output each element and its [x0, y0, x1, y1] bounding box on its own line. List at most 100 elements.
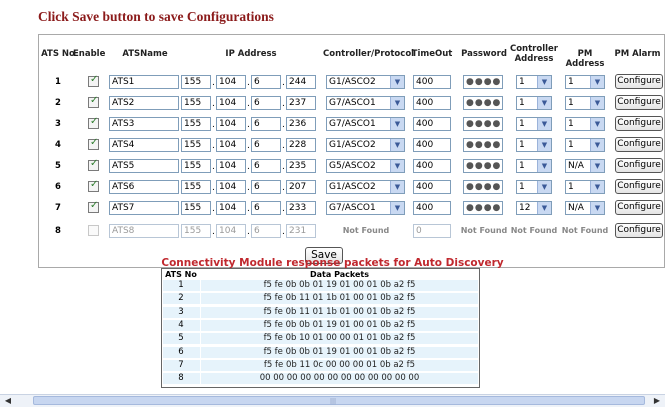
ip-octet-1-input[interactable]: 155	[181, 75, 211, 89]
ip-octet-2-input[interactable]: 104	[216, 201, 246, 215]
ip-octet-2-input[interactable]: 104	[216, 138, 246, 152]
atsname-input[interactable]: ATS2	[109, 96, 179, 110]
pm-address-select[interactable]: 1 ▼	[565, 96, 605, 110]
configure-button[interactable]: Configure	[615, 200, 663, 215]
atsname-input[interactable]: ATS4	[109, 138, 179, 152]
ip-octet-4-input[interactable]: 207	[286, 180, 316, 194]
password-input[interactable]: ●●●●	[463, 138, 503, 152]
horizontal-scrollbar[interactable]: ◀ ||| ▶	[0, 394, 665, 407]
enable-checkbox[interactable]	[88, 95, 99, 108]
ip-octet-2-input[interactable]: 104	[216, 180, 246, 194]
password-input[interactable]: ●●●●	[463, 180, 503, 194]
password-input[interactable]: ●●●●	[463, 96, 503, 110]
ip-octet-4-input[interactable]: 244	[286, 75, 316, 89]
atsname-input[interactable]: ATS1	[109, 75, 179, 89]
controller-address-select[interactable]: 1 ▼	[516, 138, 552, 152]
protocol-select[interactable]: G7/ASCO1 ▼	[326, 117, 405, 131]
controller-address-select[interactable]: 1 ▼	[516, 96, 552, 110]
protocol-select[interactable]: G7/ASCO1 ▼	[326, 96, 405, 110]
enable-checkbox[interactable]	[88, 200, 99, 213]
ip-octet-1-input[interactable]: 155	[181, 138, 211, 152]
ip-octet-1-input[interactable]: 155	[181, 117, 211, 131]
pm-address-select[interactable]: N/A ▼	[565, 201, 605, 215]
atsname-input[interactable]: ATS6	[109, 180, 179, 194]
ip-octet-1-input[interactable]: 155	[181, 159, 211, 173]
packet-row: 1 f5 fe 0b 0b 01 19 01 00 01 0b a2 f5	[163, 280, 478, 291]
password-input[interactable]: ●●●●	[463, 117, 503, 131]
timeout-input[interactable]: 400	[413, 96, 451, 110]
configure-button[interactable]: Configure	[615, 116, 663, 131]
ip-octet-4-input[interactable]: 231	[286, 224, 316, 238]
ip-octet-1-input[interactable]: 155	[181, 96, 211, 110]
ip-octet-4-input[interactable]: 236	[286, 117, 316, 131]
controller-address-select[interactable]: 1 ▼	[516, 117, 552, 131]
atsname-input[interactable]: ATS8	[109, 224, 179, 238]
ip-octet-4-input[interactable]: 237	[286, 96, 316, 110]
ip-octet-1-input[interactable]: 155	[181, 201, 211, 215]
pm-address-select[interactable]: 1 ▼	[565, 117, 605, 131]
ip-octet-3-input[interactable]: 6	[251, 138, 281, 152]
scroll-left-icon[interactable]: ◀	[2, 396, 14, 406]
enable-checkbox[interactable]	[88, 179, 99, 192]
enable-checkbox[interactable]	[88, 74, 99, 87]
controller-address-select[interactable]: 1 ▼	[516, 159, 552, 173]
protocol-select[interactable]: G1/ASCO2 ▼	[326, 180, 405, 194]
ip-octet-3-input[interactable]: 6	[251, 180, 281, 194]
protocol-select[interactable]: G1/ASCO2 ▼	[326, 138, 405, 152]
configure-button[interactable]: Configure	[615, 179, 663, 194]
ip-octet-3-input[interactable]: 6	[251, 96, 281, 110]
ip-octet-1-input[interactable]: 155	[181, 180, 211, 194]
atsname-input[interactable]: ATS7	[109, 201, 179, 215]
header-pm-alarm: PM Alarm	[614, 49, 661, 59]
configure-button[interactable]: Configure	[615, 137, 663, 152]
scrollbar-thumb[interactable]: |||	[33, 396, 645, 405]
protocol-select[interactable]: G7/ASCO1 ▼	[326, 201, 405, 215]
pm-address-select[interactable]: 1 ▼	[565, 180, 605, 194]
packet-ats-number: 4	[178, 319, 184, 330]
ip-octet-3-input[interactable]: 6	[251, 117, 281, 131]
ip-octet-4-input[interactable]: 228	[286, 138, 316, 152]
timeout-input[interactable]: 400	[413, 117, 451, 131]
configure-button[interactable]: Configure	[615, 74, 663, 89]
protocol-select[interactable]: G5/ASCO2 ▼	[326, 159, 405, 173]
ip-octet-2-input[interactable]: 104	[216, 159, 246, 173]
enable-checkbox[interactable]	[88, 116, 99, 129]
timeout-input[interactable]: 400	[413, 201, 451, 215]
ip-octet-2-input[interactable]: 104	[216, 117, 246, 131]
ip-octet-2-input[interactable]: 104	[216, 96, 246, 110]
enable-checkbox[interactable]	[88, 158, 99, 171]
pm-address-select[interactable]: 1 ▼	[565, 75, 605, 89]
controller-address-select[interactable]: 12 ▼	[516, 201, 552, 215]
protocol-select[interactable]: G1/ASCO2 ▼	[326, 75, 405, 89]
timeout-input[interactable]: 400	[413, 180, 451, 194]
ip-octet-4-input[interactable]: 233	[286, 201, 316, 215]
password-input[interactable]: ●●●●	[463, 159, 503, 173]
ip-octet-2-input[interactable]: 104	[216, 75, 246, 89]
configure-button[interactable]: Configure	[615, 95, 663, 110]
ip-octet-3-input[interactable]: 6	[251, 224, 281, 238]
timeout-input[interactable]: 0	[413, 224, 451, 238]
ip-octet-3-input[interactable]: 6	[251, 201, 281, 215]
password-input[interactable]: ●●●●	[463, 201, 503, 215]
timeout-input[interactable]: 400	[413, 75, 451, 89]
timeout-input[interactable]: 400	[413, 138, 451, 152]
controller-address-select[interactable]: 1 ▼	[516, 180, 552, 194]
ip-octet-3-input[interactable]: 6	[251, 159, 281, 173]
atsname-input[interactable]: ATS5	[109, 159, 179, 173]
enable-checkbox[interactable]	[88, 225, 99, 236]
pm-address-select[interactable]: 1 ▼	[565, 138, 605, 152]
timeout-input[interactable]: 400	[413, 159, 451, 173]
ip-separator: .	[282, 141, 285, 151]
pm-address-select[interactable]: N/A ▼	[565, 159, 605, 173]
enable-checkbox[interactable]	[88, 137, 99, 150]
password-input[interactable]: ●●●●	[463, 75, 503, 89]
ip-octet-4-input[interactable]: 235	[286, 159, 316, 173]
ip-octet-1-input[interactable]: 155	[181, 224, 211, 238]
ip-octet-3-input[interactable]: 6	[251, 75, 281, 89]
configure-button[interactable]: Configure	[615, 223, 663, 238]
atsname-input[interactable]: ATS3	[109, 117, 179, 131]
scroll-right-icon[interactable]: ▶	[651, 396, 663, 406]
ip-octet-2-input[interactable]: 104	[216, 224, 246, 238]
configure-button[interactable]: Configure	[615, 158, 663, 173]
controller-address-select[interactable]: 1 ▼	[516, 75, 552, 89]
